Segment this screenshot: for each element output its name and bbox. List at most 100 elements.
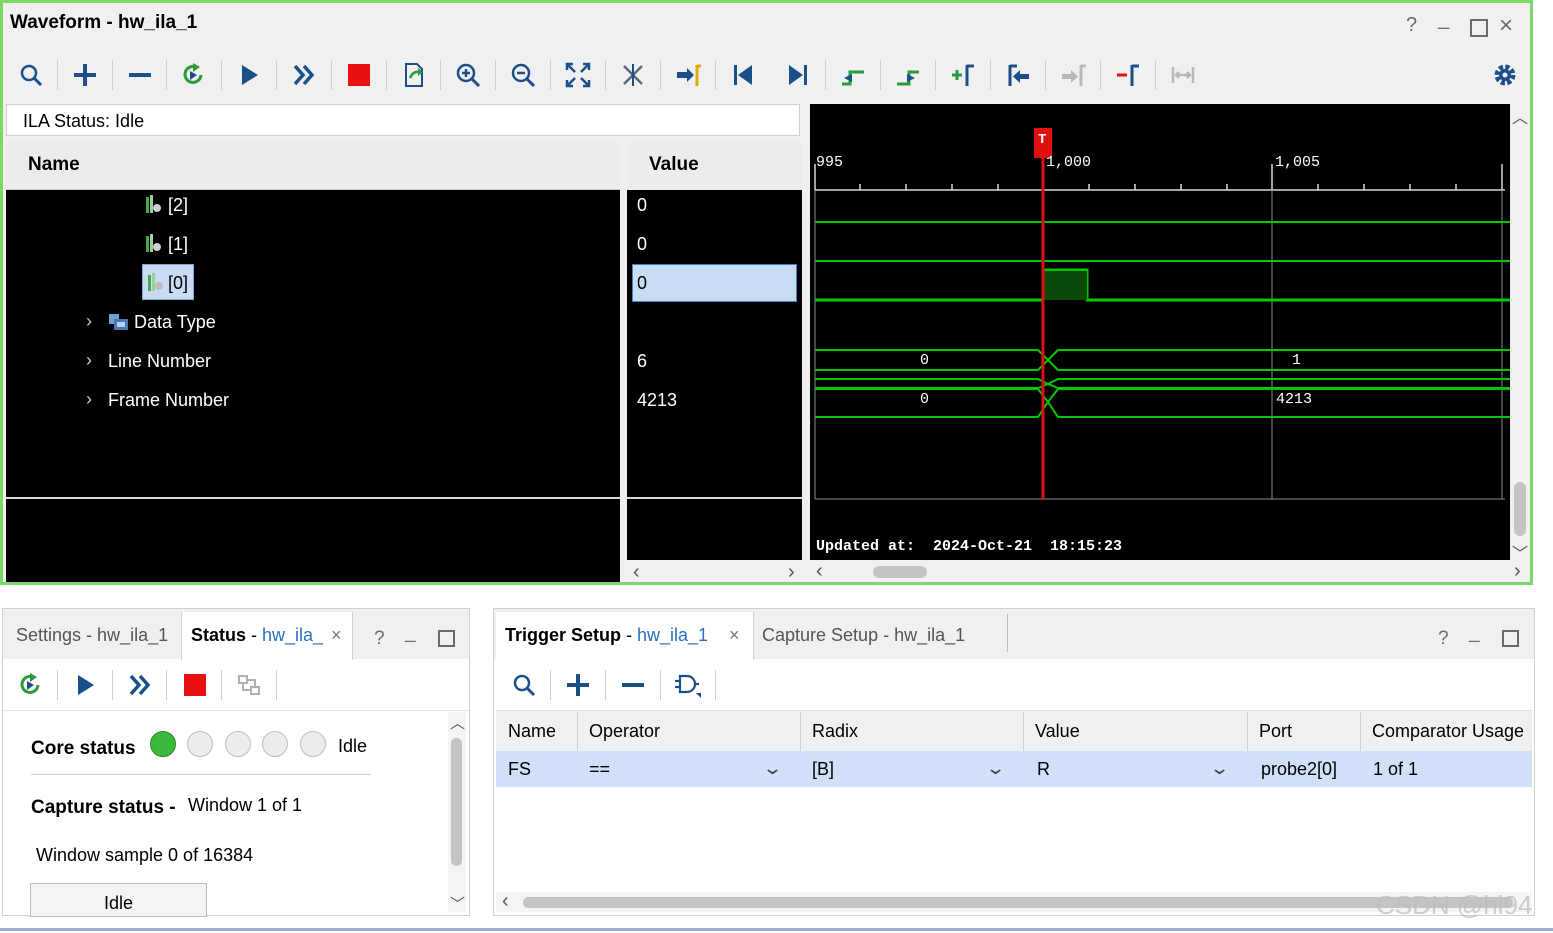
stop-icon[interactable]: [178, 668, 212, 702]
maximize-button[interactable]: [1470, 19, 1488, 37]
expand-chevron-icon[interactable]: ›: [86, 350, 92, 371]
chevron-down-icon[interactable]: ⌄: [762, 758, 783, 779]
operator-select[interactable]: ==: [589, 759, 610, 780]
scroll-up-icon[interactable]: ︿: [1512, 104, 1528, 128]
tab-close-icon[interactable]: ×: [729, 625, 740, 646]
add-icon[interactable]: [68, 58, 102, 92]
selected-value-highlight[interactable]: [632, 264, 797, 302]
name-column-header[interactable]: Name: [6, 142, 620, 190]
stop-icon[interactable]: [342, 58, 376, 92]
goto-start-icon[interactable]: [726, 58, 760, 92]
help-button[interactable]: ?: [1438, 628, 1449, 650]
time-tick-label: 995: [816, 154, 844, 171]
capture-status-value: Window 1 of 1: [188, 795, 303, 815]
waveform-horizontal-scrollbar[interactable]: [810, 562, 1530, 582]
minimize-button[interactable]: _: [1438, 8, 1449, 31]
next-marker-icon[interactable]: [1056, 58, 1090, 92]
run-immediate-icon[interactable]: [287, 58, 321, 92]
signal-label-frame-number[interactable]: Frame Number: [108, 390, 229, 411]
scroll-down-icon[interactable]: ﹀: [450, 893, 465, 914]
trigger-marker[interactable]: T: [1038, 132, 1046, 148]
chevron-down-icon[interactable]: ⌄: [1209, 758, 1230, 779]
maximize-button[interactable]: [438, 630, 455, 647]
idle-status-button[interactable]: Idle: [30, 883, 207, 917]
minimize-button[interactable]: _: [405, 622, 416, 644]
add-probe-icon[interactable]: [561, 668, 595, 702]
scroll-left-icon[interactable]: ‹: [633, 561, 640, 584]
window-sample-text: Window sample 0 of 16384: [36, 845, 254, 865]
run-immediate-icon[interactable]: [123, 668, 157, 702]
maximize-button[interactable]: [1502, 630, 1519, 647]
signal-label-data-type[interactable]: Data Type: [134, 312, 216, 333]
previous-transition-icon[interactable]: [836, 58, 870, 92]
run-trigger-icon[interactable]: [232, 58, 266, 92]
delete-marker-icon[interactable]: [1111, 58, 1145, 92]
value-horizontal-scrollbar[interactable]: [627, 562, 802, 582]
remove-icon[interactable]: [123, 58, 157, 92]
expand-chevron-icon[interactable]: ›: [86, 311, 92, 332]
status-vertical-scrollbar[interactable]: [448, 712, 466, 912]
signal-label-bit2[interactable]: [2]: [168, 195, 188, 216]
export-icon[interactable]: [397, 58, 431, 92]
tab-trigger-setup[interactable]: Trigger Setup - hw_ila_1: [505, 625, 708, 646]
signal-label-line-number[interactable]: Line Number: [108, 351, 211, 372]
swap-cursor-icon[interactable]: [1166, 58, 1200, 92]
help-button[interactable]: ?: [1406, 14, 1417, 37]
settings-gear-icon[interactable]: [1488, 58, 1522, 92]
cursor-remove-icon[interactable]: [616, 58, 650, 92]
signal-values-panel: [627, 190, 802, 560]
signal-value-bit1: 0: [637, 234, 648, 254]
value-select[interactable]: R: [1037, 759, 1050, 780]
scroll-left-icon[interactable]: ‹: [502, 890, 509, 913]
tab-close-icon[interactable]: ×: [331, 625, 342, 646]
minimize-button[interactable]: _: [1469, 622, 1480, 644]
help-button[interactable]: ?: [374, 628, 385, 650]
run-trigger-icon[interactable]: [68, 668, 102, 702]
radix-select[interactable]: [B]: [812, 759, 834, 780]
column-header-value[interactable]: Value: [1035, 721, 1080, 742]
waveform-canvas[interactable]: T 995 1,000 1,005 0 1 0 4213 Updated at:…: [810, 104, 1510, 560]
scroll-right-icon[interactable]: ›: [1514, 560, 1521, 583]
goto-cursor-icon[interactable]: [671, 58, 705, 92]
refresh-run-icon[interactable]: [177, 58, 211, 92]
tab-settings[interactable]: Settings - hw_ila_1: [16, 625, 168, 646]
zoom-fit-icon[interactable]: [561, 58, 595, 92]
scroll-left-icon[interactable]: ‹: [816, 560, 823, 583]
value-column-header[interactable]: Value: [627, 142, 802, 190]
chevron-down-icon[interactable]: ⌄: [985, 758, 1006, 779]
signal-value-line-number: 6: [637, 351, 648, 371]
column-header-comparator-usage[interactable]: Comparator Usage: [1372, 721, 1532, 742]
vertical-scroll-thumb[interactable]: [451, 738, 462, 866]
column-header-name[interactable]: Name: [508, 721, 556, 742]
vertical-scroll-thumb[interactable]: [1514, 482, 1526, 536]
column-header-radix[interactable]: Radix: [812, 721, 858, 742]
updated-at-text: Updated at: 2024-Oct-21 18:15:23: [816, 538, 1123, 555]
remove-probe-icon[interactable]: [616, 668, 650, 702]
next-transition-icon[interactable]: [891, 58, 925, 92]
column-header-port[interactable]: Port: [1259, 721, 1292, 742]
horizontal-scroll-thumb[interactable]: [873, 566, 927, 578]
expand-chevron-icon[interactable]: ›: [86, 389, 92, 410]
signal-names-panel: [6, 190, 620, 582]
zoom-out-icon[interactable]: [506, 58, 540, 92]
signal-label-bit0[interactable]: [0]: [168, 273, 188, 294]
tab-capture-setup[interactable]: Capture Setup - hw_ila_1: [762, 625, 965, 646]
scroll-right-icon[interactable]: ›: [788, 561, 795, 584]
close-button[interactable]: ×: [1499, 12, 1513, 40]
scroll-up-icon[interactable]: ︿: [450, 712, 465, 733]
search-icon[interactable]: [14, 58, 48, 92]
horizontal-scroll-thumb[interactable]: [523, 897, 1513, 908]
previous-marker-icon[interactable]: [1001, 58, 1035, 92]
zoom-in-icon[interactable]: [451, 58, 485, 92]
column-header-operator[interactable]: Operator: [589, 721, 660, 742]
trigger-condition-icon[interactable]: [671, 668, 705, 702]
add-marker-icon[interactable]: [946, 58, 980, 92]
waveform-vertical-scrollbar[interactable]: [1512, 104, 1530, 560]
capture-mode-icon[interactable]: [232, 668, 266, 702]
tab-status[interactable]: Status - hw_ila_: [191, 625, 323, 646]
refresh-run-icon[interactable]: [14, 668, 48, 702]
search-icon[interactable]: [507, 668, 541, 702]
goto-end-icon[interactable]: [781, 58, 815, 92]
signal-value-bit0: 0: [637, 273, 648, 293]
signal-label-bit1[interactable]: [1]: [168, 234, 188, 255]
